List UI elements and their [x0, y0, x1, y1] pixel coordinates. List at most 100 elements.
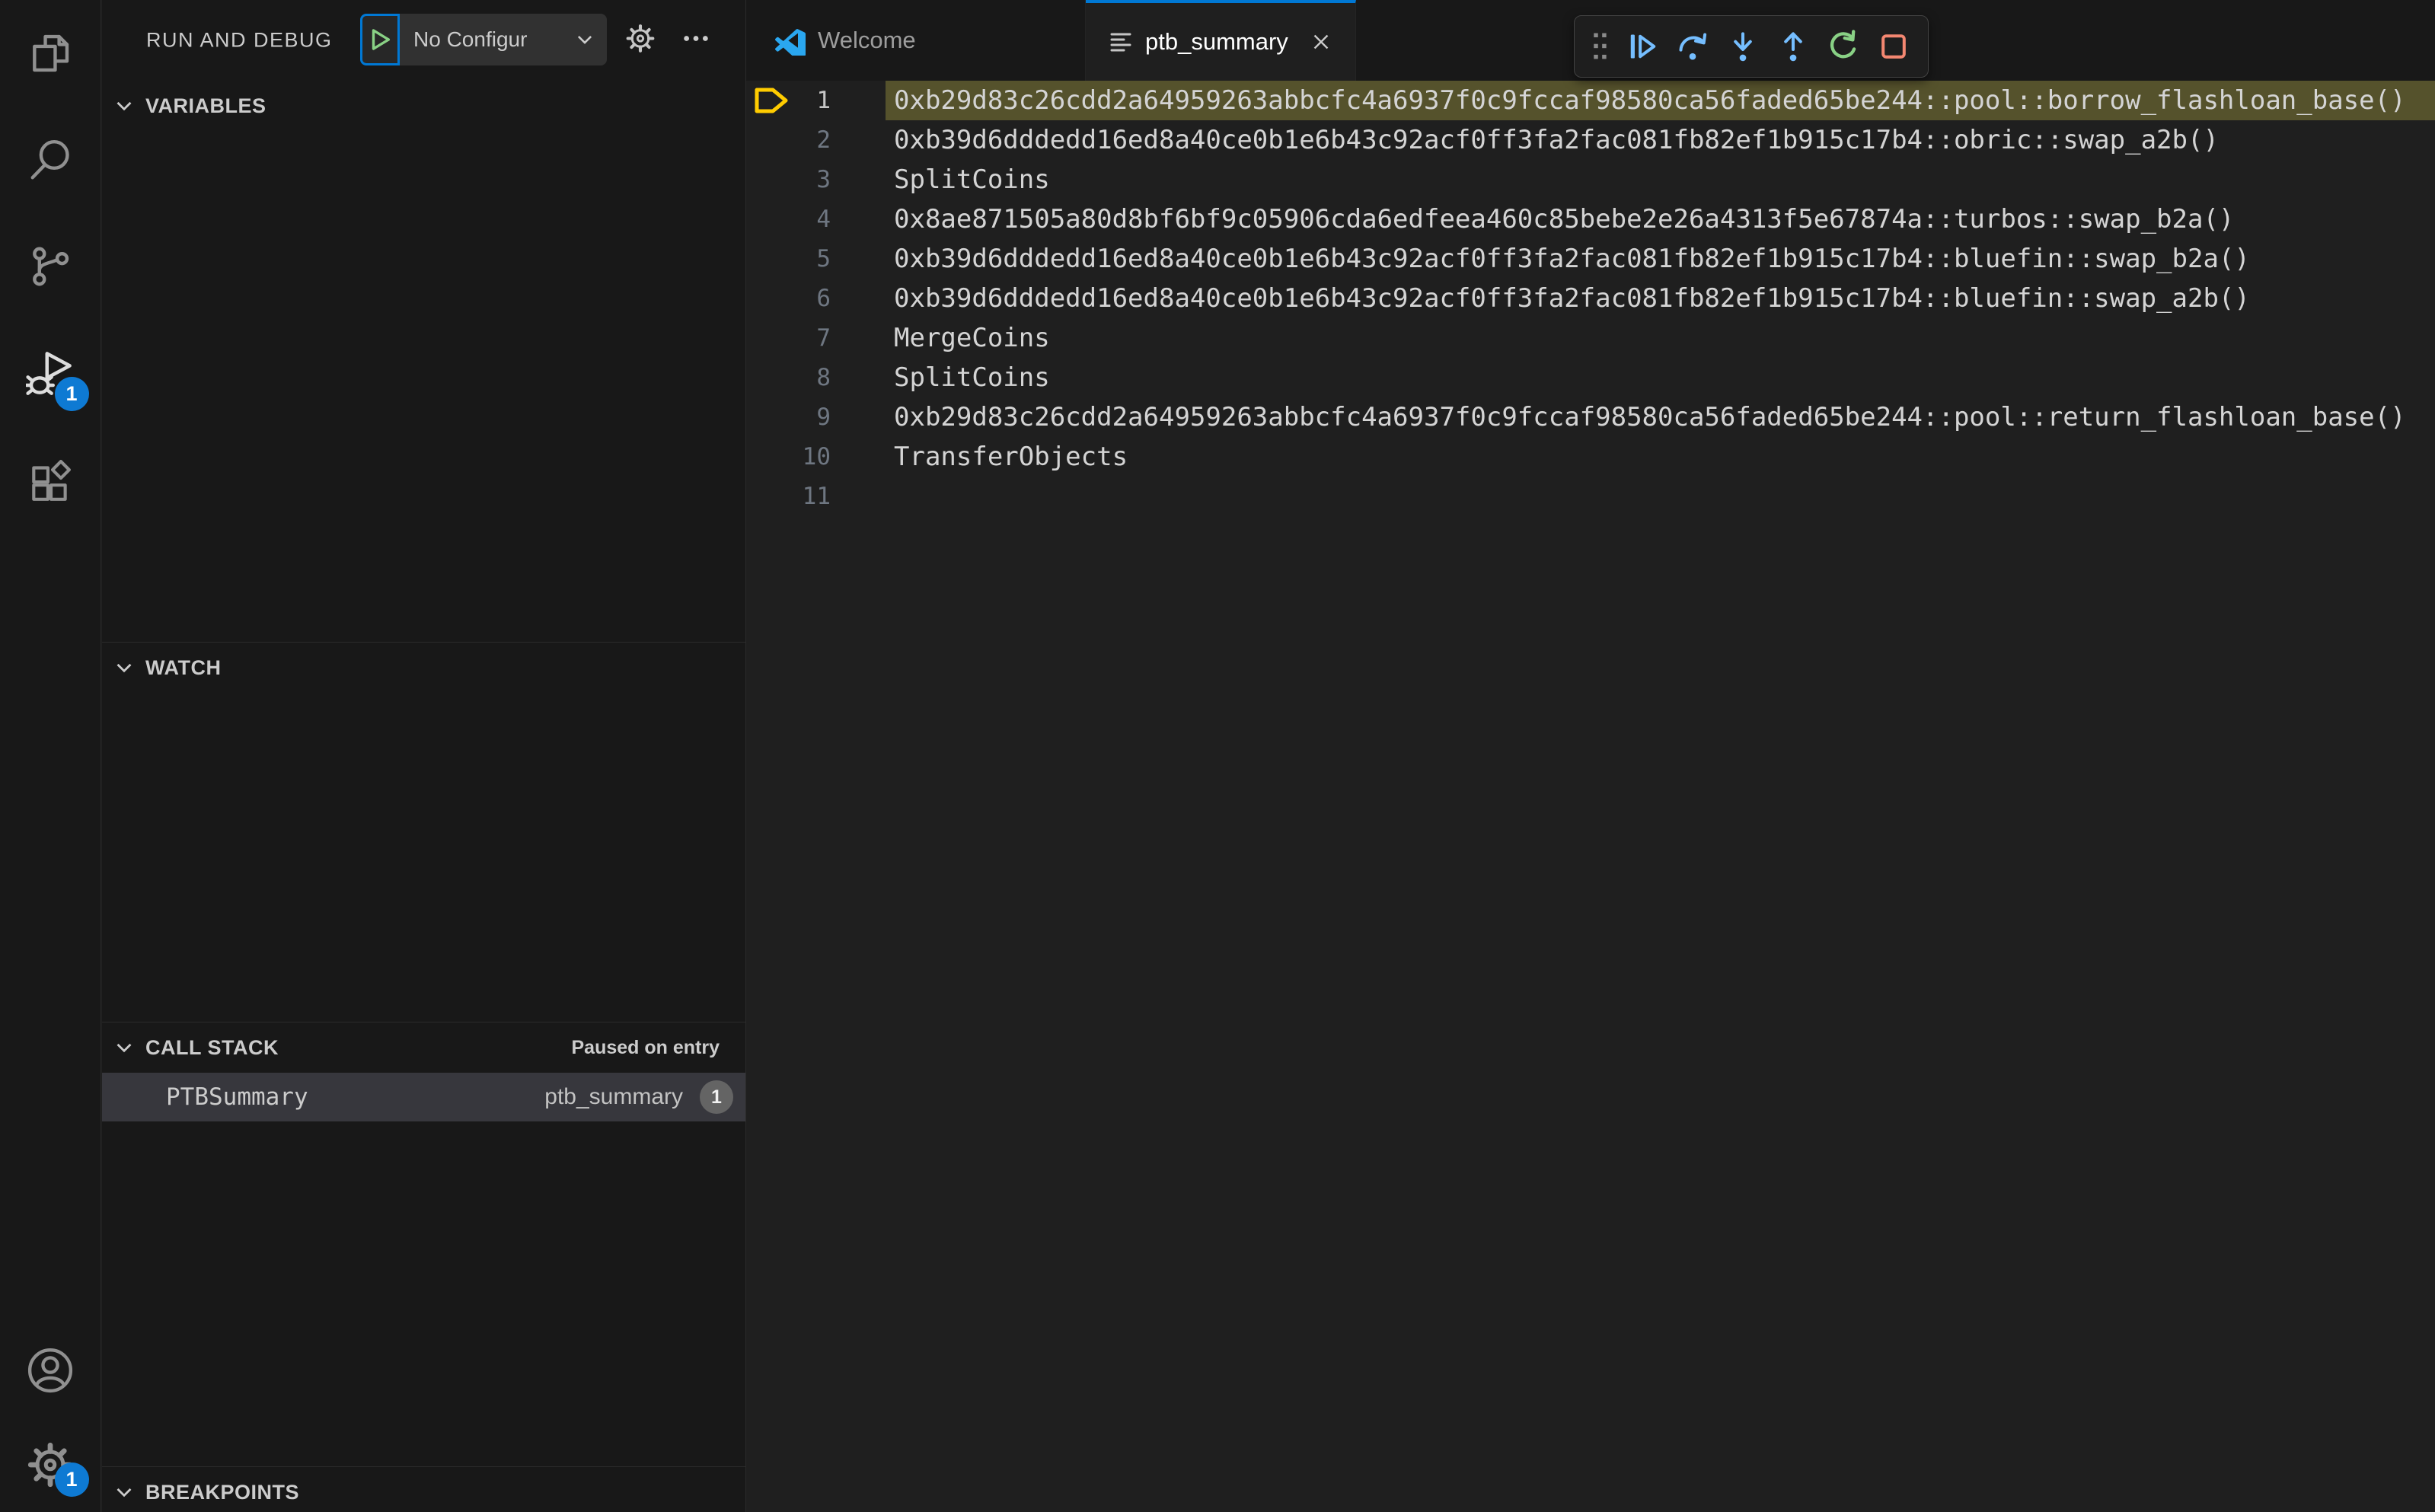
line-text[interactable]: TransferObjects [886, 437, 2435, 477]
breakpoint-gutter[interactable] [746, 160, 792, 199]
manage-button[interactable]: 1 [0, 1418, 101, 1512]
sidebar-item-explorer[interactable] [0, 0, 101, 107]
line-number[interactable]: 4 [792, 206, 831, 233]
line-text[interactable]: 0xb29d83c26cdd2a64959263abbcfc4a6937f0c9… [886, 81, 2435, 120]
continue-button[interactable] [1617, 21, 1667, 72]
code-line[interactable]: 6 0xb39d6dddedd16ed8a40ce0b1e6b43c92acf0… [746, 279, 2435, 318]
launch-configuration-value: No Configur [413, 27, 528, 51]
sidebar-title: RUN AND DEBUG [146, 28, 333, 52]
section-label: VARIABLES [145, 94, 266, 117]
step-over-icon [1679, 33, 1707, 60]
sidebar-item-run-and-debug[interactable]: 1 [0, 320, 101, 426]
toolbar-drag-handle[interactable] [1584, 21, 1617, 72]
frame-badge: 1 [700, 1080, 733, 1114]
watch-section-header[interactable]: WATCH [102, 643, 745, 693]
breakpoints-section-header[interactable]: BREAKPOINTS [102, 1467, 745, 1512]
line-text[interactable]: 0xb39d6dddedd16ed8a40ce0b1e6b43c92acf0ff… [886, 239, 2435, 279]
line-number[interactable]: 11 [792, 483, 831, 510]
line-number[interactable]: 10 [792, 443, 831, 471]
code-line[interactable]: 1 0xb29d83c26cdd2a64959263abbcfc4a6937f0… [746, 81, 2435, 120]
code-line[interactable]: 9 0xb29d83c26cdd2a64959263abbcfc4a6937f0… [746, 397, 2435, 437]
code-line[interactable]: 10 TransferObjects [746, 437, 2435, 477]
line-text[interactable] [886, 477, 2435, 516]
line-number[interactable]: 6 [792, 285, 831, 312]
stop-icon [1881, 34, 1906, 59]
call-stack-section: CALL STACK Paused on entry PTBSummary pt… [102, 1022, 745, 1121]
breakpoint-gutter[interactable] [746, 120, 792, 160]
code-line[interactable]: 4 0x8ae871505a80d8bf6bf9c05906cda6edfeea… [746, 199, 2435, 239]
tab-ptb-summary[interactable]: ptb_summary [1086, 0, 1356, 81]
close-icon[interactable] [1310, 30, 1332, 53]
continue-icon [1630, 34, 1656, 59]
debug-toolbar [1574, 15, 1929, 78]
current-line-arrow-icon [755, 88, 788, 113]
start-debugging-button[interactable] [360, 14, 400, 65]
launch-control: No Configur [360, 14, 607, 65]
step-out-button[interactable] [1768, 21, 1818, 72]
sidebar-item-source-control[interactable] [0, 213, 101, 320]
call-stack-frame[interactable]: PTBSummary ptb_summary 1 [102, 1073, 745, 1121]
sidebar-item-search[interactable] [0, 107, 101, 213]
sidebar-item-extensions[interactable] [0, 426, 101, 533]
line-number[interactable]: 2 [792, 126, 831, 154]
step-over-button[interactable] [1667, 21, 1718, 72]
source-control-icon [33, 247, 69, 286]
views-more-actions-button[interactable] [682, 25, 710, 56]
restart-icon [1830, 30, 1856, 59]
code-line[interactable]: 11 [746, 477, 2435, 516]
code-line[interactable]: 3 SplitCoins [746, 160, 2435, 199]
line-text[interactable]: SplitCoins [886, 358, 2435, 397]
tab-welcome[interactable]: Welcome [746, 0, 1086, 81]
play-icon [372, 29, 391, 50]
chevron-down-icon [116, 101, 132, 111]
call-stack-section-header[interactable]: CALL STACK Paused on entry [102, 1022, 745, 1073]
tab-label: ptb_summary [1145, 28, 1288, 55]
manage-count-badge: 1 [54, 1463, 89, 1497]
line-text[interactable]: MergeCoins [886, 318, 2435, 358]
line-text[interactable]: 0xb39d6dddedd16ed8a40ce0b1e6b43c92acf0ff… [886, 279, 2435, 318]
stop-button[interactable] [1869, 21, 1919, 72]
line-number[interactable]: 8 [792, 364, 831, 391]
breakpoint-gutter[interactable] [746, 81, 792, 120]
breakpoint-gutter[interactable] [746, 437, 792, 477]
restart-button[interactable] [1818, 21, 1869, 72]
line-number[interactable]: 1 [792, 87, 831, 114]
breakpoint-gutter[interactable] [746, 358, 792, 397]
breakpoint-gutter[interactable] [746, 318, 792, 358]
line-number[interactable]: 3 [792, 166, 831, 193]
code-line[interactable]: 8 SplitCoins [746, 358, 2435, 397]
debug-settings-button[interactable] [626, 24, 655, 57]
line-text[interactable]: 0xb29d83c26cdd2a64959263abbcfc4a6937f0c9… [886, 397, 2435, 437]
line-number[interactable]: 9 [792, 404, 831, 431]
line-text[interactable]: 0x8ae871505a80d8bf6bf9c05906cda6edfeea46… [886, 199, 2435, 239]
chevron-down-icon [116, 663, 132, 673]
line-text[interactable]: SplitCoins [886, 160, 2435, 199]
frame-name: PTBSummary [166, 1083, 308, 1111]
account-button[interactable] [0, 1323, 101, 1418]
vscode-window: 1 1 RUN AND DEBUG No Configur VARIABLES … [0, 0, 2435, 1512]
run-and-debug-sidebar: RUN AND DEBUG No Configur VARIABLES WATC… [102, 0, 746, 1512]
breakpoint-gutter[interactable] [746, 199, 792, 239]
gear-icon [626, 24, 655, 53]
code-line[interactable]: 5 0xb39d6dddedd16ed8a40ce0b1e6b43c92acf0… [746, 239, 2435, 279]
line-number[interactable]: 5 [792, 245, 831, 273]
chevron-down-icon [116, 1043, 132, 1053]
vscode-logo-icon [775, 29, 806, 56]
activity-bar: 1 1 [0, 0, 101, 1512]
launch-configuration-dropdown[interactable]: No Configur [400, 14, 607, 65]
line-text[interactable]: 0xb39d6dddedd16ed8a40ce0b1e6b43c92acf0ff… [886, 120, 2435, 160]
code-line[interactable]: 2 0xb39d6dddedd16ed8a40ce0b1e6b43c92acf0… [746, 120, 2435, 160]
line-number[interactable]: 7 [792, 324, 831, 352]
breakpoint-gutter[interactable] [746, 279, 792, 318]
frame-source: ptb_summary [544, 1084, 683, 1109]
code-line[interactable]: 7 MergeCoins [746, 318, 2435, 358]
account-icon [27, 1348, 73, 1393]
step-into-button[interactable] [1718, 21, 1768, 72]
section-label: WATCH [145, 656, 222, 679]
breakpoint-gutter[interactable] [746, 397, 792, 437]
breakpoint-gutter[interactable] [746, 477, 792, 516]
breakpoint-gutter[interactable] [746, 239, 792, 279]
debug-pause-status: Paused on entry [571, 1036, 720, 1058]
tab-label: Welcome [818, 27, 916, 53]
variables-section-header[interactable]: VARIABLES [102, 81, 745, 131]
